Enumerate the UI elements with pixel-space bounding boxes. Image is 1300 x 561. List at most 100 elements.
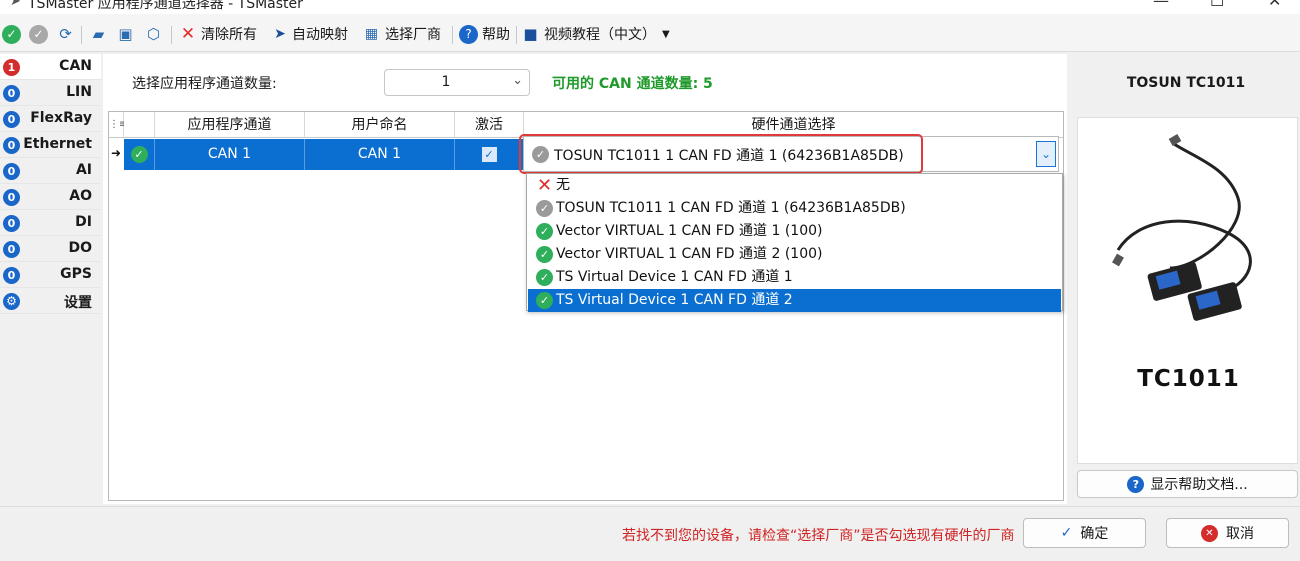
dropdown-option[interactable]: ✓ Vector VIRTUAL 1 CAN FD 通道 2 (100) bbox=[528, 243, 1061, 266]
toolbar-separator bbox=[516, 26, 517, 44]
export-button[interactable]: ▣ bbox=[116, 23, 135, 45]
dropdown-option[interactable]: ✓ Vector VIRTUAL 1 CAN FD 通道 1 (100) bbox=[528, 220, 1061, 243]
apply-button[interactable]: ✓ bbox=[2, 23, 21, 45]
dropdown-option[interactable]: ✕ 无 bbox=[528, 174, 1061, 197]
status-header bbox=[124, 112, 155, 138]
window-title: TSMaster 应用程序通道选择器 - TSMaster bbox=[28, 0, 303, 12]
nav-item-ai[interactable]: 0 AI bbox=[0, 158, 101, 184]
dropdown-option-label: TS Virtual Device 1 CAN FD 通道 1 bbox=[556, 269, 793, 285]
video-camera-icon: ■ bbox=[523, 24, 538, 43]
config-button[interactable]: ⬡ bbox=[144, 23, 163, 45]
nav-item-label: DO bbox=[68, 240, 92, 256]
channel-count-select[interactable]: 1 ⌄ bbox=[384, 69, 530, 96]
nav-item-lin[interactable]: 0 LIN bbox=[0, 80, 101, 106]
dropdown-option-label: Vector VIRTUAL 1 CAN FD 通道 1 (100) bbox=[556, 223, 823, 239]
nav-item-label: LIN bbox=[66, 84, 92, 100]
apply-disabled-button[interactable]: ✓ bbox=[29, 23, 48, 45]
nav-item-can[interactable]: 1 CAN bbox=[0, 54, 101, 80]
dropdown-option-label: 无 bbox=[556, 177, 570, 193]
channel-grid: ⋮≡ 应用程序通道 用户命名 激活 硬件通道选择 ➜ ✓ CAN 1 CAN 1… bbox=[108, 111, 1064, 501]
nav-item-ao[interactable]: 0 AO bbox=[0, 184, 101, 210]
hexagon-icon: ⬡ bbox=[146, 24, 161, 43]
channel-count-label: 选择应用程序通道数量: bbox=[132, 76, 277, 92]
gear-icon: ⚙ bbox=[3, 293, 20, 310]
dropdown-option[interactable]: ✓ TOSUN TC1011 1 CAN FD 通道 1 (64236B1A85… bbox=[528, 197, 1061, 220]
title-bar: ➤ TSMaster 应用程序通道选择器 - TSMaster — ☐ ✕ bbox=[0, 0, 1300, 14]
check-circle-icon: ✓ bbox=[130, 146, 148, 163]
green-check-icon: ✓ bbox=[536, 223, 553, 240]
cancel-button[interactable]: ✕ 取消 bbox=[1166, 518, 1289, 548]
column-header-active[interactable]: 激活 bbox=[455, 112, 524, 138]
count-badge: 0 bbox=[3, 85, 20, 102]
nav-item-flexray[interactable]: 0 FlexRay bbox=[0, 106, 101, 132]
import-button[interactable]: ▰ bbox=[89, 23, 108, 45]
device-panel: TOSUN TC1011 TC1011 ? 显示帮助文档... bbox=[1072, 54, 1300, 504]
refresh-button[interactable]: ⟳ bbox=[56, 23, 75, 45]
dropdown-option-label: Vector VIRTUAL 1 CAN FD 通道 2 (100) bbox=[556, 246, 823, 262]
nav-item-settings[interactable]: ⚙ 设置 bbox=[0, 288, 101, 314]
nav-item-gps[interactable]: 0 GPS bbox=[0, 262, 101, 288]
help-button[interactable]: ? 帮助 bbox=[459, 23, 510, 45]
green-check-icon: ✓ bbox=[536, 246, 553, 263]
nav-item-label: FlexRay bbox=[30, 110, 92, 126]
device-image-box: TC1011 bbox=[1077, 117, 1298, 464]
device-title: TOSUN TC1011 bbox=[1126, 75, 1246, 91]
cancel-label: 取消 bbox=[1226, 526, 1254, 542]
video-tutorial-label: 视频教程（中文） bbox=[544, 27, 656, 43]
question-icon: ? bbox=[1127, 475, 1145, 493]
checkmark-icon: ✓ bbox=[1060, 525, 1073, 541]
show-help-doc-button[interactable]: ? 显示帮助文档... bbox=[1077, 470, 1298, 498]
table-row[interactable]: ✓ CAN 1 CAN 1 ✓ bbox=[124, 139, 524, 170]
active-checkbox[interactable]: ✓ bbox=[481, 147, 497, 162]
app-channel-cell[interactable]: CAN 1 bbox=[155, 139, 305, 170]
clear-all-button[interactable]: ✕ 清除所有 bbox=[179, 23, 257, 45]
green-check-icon: ✓ bbox=[536, 292, 553, 309]
help-label: 帮助 bbox=[482, 27, 510, 43]
dropdown-arrow-icon: ▼ bbox=[662, 28, 670, 40]
dropdown-option-label: TOSUN TC1011 1 CAN FD 通道 1 (64236B1A85DB… bbox=[556, 200, 906, 216]
auto-map-button[interactable]: ➤ 自动映射 bbox=[272, 23, 348, 45]
toolbar-separator bbox=[171, 26, 172, 44]
row-selector-header[interactable]: ⋮≡ bbox=[109, 112, 127, 138]
row-status-cell: ✓ bbox=[124, 139, 155, 170]
nav-item-ethernet[interactable]: 0 Ethernet bbox=[0, 132, 101, 158]
count-badge: 0 bbox=[3, 189, 20, 206]
vendor-hint-text: 若找不到您的设备，请检查“选择厂商”是否勾选现有硬件的厂商 bbox=[622, 528, 1015, 544]
dropdown-option-highlighted[interactable]: ✓ TS Virtual Device 1 CAN FD 通道 2 bbox=[528, 289, 1061, 312]
x-icon: ✕ bbox=[180, 24, 196, 44]
available-channels-text: 可用的 CAN 通道数量: 5 bbox=[552, 76, 713, 92]
refresh-icon: ⟳ bbox=[59, 24, 72, 43]
nav-item-label: DI bbox=[75, 214, 92, 230]
ok-button[interactable]: ✓ 确定 bbox=[1023, 518, 1146, 548]
save-export-icon: ▣ bbox=[118, 24, 133, 43]
chevron-down-icon[interactable]: ⌄ bbox=[1036, 141, 1056, 167]
column-header-user-name[interactable]: 用户命名 bbox=[305, 112, 455, 138]
dropdown-option[interactable]: ✓ TS Virtual Device 1 CAN FD 通道 1 bbox=[528, 266, 1061, 289]
nav-item-di[interactable]: 0 DI bbox=[0, 210, 101, 236]
question-icon: ? bbox=[459, 24, 478, 44]
nav-item-do[interactable]: 0 DO bbox=[0, 236, 101, 262]
nav-item-label: AO bbox=[69, 188, 92, 204]
count-badge: 0 bbox=[3, 111, 20, 128]
active-cell[interactable]: ✓ bbox=[455, 139, 524, 170]
column-header-app-channel[interactable]: 应用程序通道 bbox=[155, 112, 305, 138]
folder-open-icon: ▰ bbox=[92, 24, 105, 43]
nav-item-label: 设置 bbox=[64, 295, 92, 311]
category-nav: 1 CAN 0 LIN 0 FlexRay 0 Ethernet 0 AI 0 … bbox=[0, 54, 101, 314]
minimize-button[interactable]: — bbox=[1153, 0, 1169, 10]
cursor-app-icon: ➤ bbox=[10, 0, 21, 9]
select-vendor-button[interactable]: ▦ 选择厂商 bbox=[362, 23, 441, 45]
hardware-channel-dropdown: ✕ 无 ✓ TOSUN TC1011 1 CAN FD 通道 1 (64236B… bbox=[526, 173, 1063, 312]
close-window-button[interactable]: ✕ bbox=[1268, 0, 1281, 10]
maximize-button[interactable]: ☐ bbox=[1210, 0, 1224, 10]
chevron-down-icon: ⌄ bbox=[512, 73, 523, 88]
cursor-icon: ➤ bbox=[274, 26, 286, 42]
video-tutorial-button[interactable]: ■ 视频教程（中文） ▼ bbox=[521, 23, 670, 45]
green-check-icon: ✓ bbox=[536, 269, 553, 286]
toolbar: ✓ ✓ ⟳ ▰ ▣ ⬡ ✕ 清除所有 ➤ 自动映射 ▦ 选择厂商 ? 帮助 ■ … bbox=[0, 14, 1300, 52]
count-badge: 0 bbox=[3, 241, 20, 258]
check-gray-icon: ✓ bbox=[29, 24, 48, 44]
user-name-cell[interactable]: CAN 1 bbox=[305, 139, 455, 170]
nav-item-label: GPS bbox=[60, 266, 92, 282]
nav-item-label: AI bbox=[75, 162, 92, 178]
